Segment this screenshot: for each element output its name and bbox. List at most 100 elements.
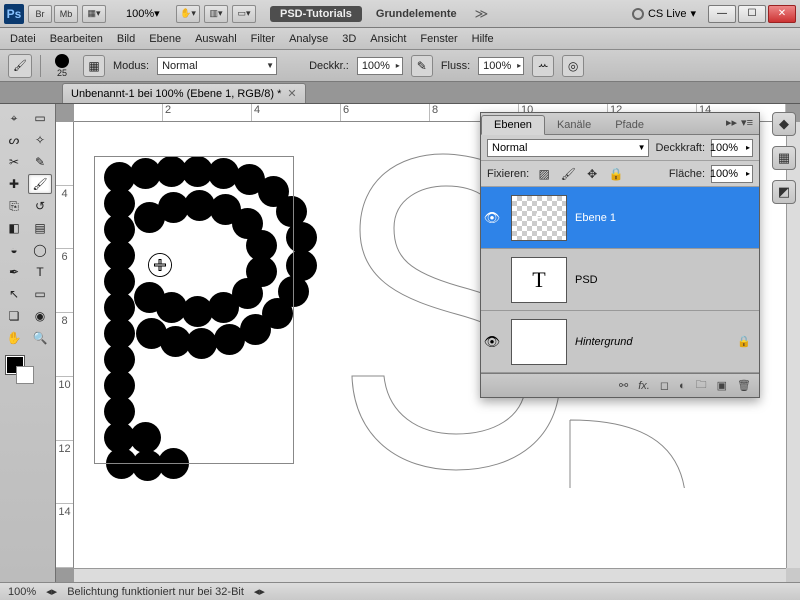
layer-blend-select[interactable]: Normal▼ [487,139,649,157]
layer-name[interactable]: PSD [575,274,759,286]
arrange-docs-button[interactable]: ▥▾ [204,5,228,23]
layer-row[interactable]: T PSD [481,249,759,311]
layer-name[interactable]: Ebene 1 [575,212,759,224]
menu-3d[interactable]: 3D [342,33,356,45]
document-tab[interactable]: Unbenannt-1 bei 100% (Ebene 1, RGB/8) * … [62,83,306,103]
panel-collapse-icon[interactable]: ▸▸ [726,116,737,129]
tablet-opacity-icon[interactable]: ✎ [411,55,433,77]
tab-kanaele[interactable]: Kanäle [545,116,603,134]
zoom-tool[interactable]: 🔍 [28,328,52,348]
cslive-button[interactable]: CS Live ▾ [632,7,696,20]
lock-icon: 🔒 [737,335,759,348]
menu-hilfe[interactable]: Hilfe [472,33,494,45]
move-tool[interactable]: ⌖ [2,108,26,128]
healing-tool[interactable]: ✚ [2,174,26,194]
workspace-grundelemente[interactable]: Grundelemente [366,6,467,22]
3d-camera-tool[interactable]: ◉ [28,306,52,326]
fill-label: Fläche: [669,168,705,180]
dock-adjust-icon[interactable]: ◩ [772,180,796,204]
crop-tool[interactable]: ✂ [2,152,26,172]
layer-mask-icon[interactable]: ◻ [660,379,669,392]
gradient-tool[interactable]: ▤ [28,218,52,238]
delete-layer-icon[interactable]: 🗑 [737,379,751,392]
tablet-size-icon[interactable]: ◎ [562,55,584,77]
dock-styles-icon[interactable]: ▦ [772,146,796,170]
wand-tool[interactable]: ✧ [28,130,52,150]
menu-fenster[interactable]: Fenster [420,33,457,45]
stamp-tool[interactable]: ⎘ [2,196,26,216]
link-layers-icon[interactable]: ⚯ [619,379,628,392]
lock-pixels-icon[interactable]: ▨ [535,165,553,183]
tab-ebenen[interactable]: Ebenen [481,115,545,135]
lock-paint-icon[interactable]: 🖌 [559,165,577,183]
status-zoom[interactable]: 100% [8,586,36,598]
history-brush-tool[interactable]: ↺ [28,196,52,216]
hand-tool-shortcut[interactable]: ✋▾ [176,5,200,23]
pen-tool[interactable]: ✒ [2,262,26,282]
opacity-input[interactable]: 100%▸ [357,57,403,75]
app-icon: Ps [4,4,24,24]
3d-tool[interactable]: ❏ [2,306,26,326]
menu-datei[interactable]: Datei [10,33,36,45]
type-tool[interactable]: T [28,262,52,282]
menu-analyse[interactable]: Analyse [289,33,328,45]
menu-ebene[interactable]: Ebene [149,33,181,45]
menu-filter[interactable]: Filter [251,33,275,45]
airbrush-icon[interactable]: ꕀ [532,55,554,77]
flow-label: Fluss: [441,60,470,72]
layer-style-icon[interactable]: fx. [638,380,650,392]
marquee-tool[interactable]: ▭ [28,108,52,128]
toolbox: ⌖▭ ᔕ✧ ✂✎ ✚🖌 ⎘↺ ◧▤ ◒◯ ✒T ↖▭ ❏◉ ✋🔍 [0,104,56,582]
opacity-label: Deckkr.: [309,60,349,72]
zoom-level[interactable]: 100% ▾ [120,5,172,23]
dodge-tool[interactable]: ◯ [28,240,52,260]
blur-tool[interactable]: ◒ [2,240,26,260]
menu-bearbeiten[interactable]: Bearbeiten [50,33,103,45]
screen-mode-button[interactable]: ▭▾ [232,5,256,23]
workspace-psd-tutorials[interactable]: PSD-Tutorials [270,6,362,22]
layer-opacity-input[interactable]: 100%▸ [711,139,753,157]
title-bar: Ps Br Mb ▦▾ 100% ▾ ✋▾ ▥▾ ▭▾ PSD-Tutorial… [0,0,800,28]
dock-swatches-icon[interactable]: ◆ [772,112,796,136]
visibility-icon[interactable]: 👁 [481,334,503,350]
shape-tool[interactable]: ▭ [28,284,52,304]
scrollbar-horizontal[interactable] [74,568,786,582]
blend-mode-select[interactable]: Normal▼ [157,57,277,75]
menu-auswahl[interactable]: Auswahl [195,33,237,45]
minibridge-button[interactable]: Mb [54,5,78,23]
window-close[interactable]: ✕ [768,5,796,23]
lock-all-icon[interactable]: 🔒 [607,165,625,183]
color-swatches[interactable] [2,354,53,388]
layer-row[interactable]: 👁 P Ebene 1 [481,187,759,249]
workspace-more[interactable]: ≫ [471,6,493,22]
status-bar: 100% ◂▸ Belichtung funktioniert nur bei … [0,582,800,600]
new-layer-icon[interactable]: ▣ [717,379,727,392]
adjustment-layer-icon[interactable]: ◐ [679,380,686,392]
mode-label: Modus: [113,60,149,72]
hand-tool[interactable]: ✋ [2,328,26,348]
layer-row[interactable]: 👁 Hintergrund 🔒 [481,311,759,373]
bridge-button[interactable]: Br [28,5,52,23]
panel-menu-icon[interactable]: ▾≡ [741,116,753,129]
layer-name[interactable]: Hintergrund [575,336,737,348]
lock-position-icon[interactable]: ✥ [583,165,601,183]
window-maximize[interactable]: ☐ [738,5,766,23]
brush-tool[interactable]: 🖌 [28,174,52,194]
eraser-tool[interactable]: ◧ [2,218,26,238]
eyedropper-tool[interactable]: ✎ [28,152,52,172]
tab-pfade[interactable]: Pfade [603,116,656,134]
brush-preview[interactable]: 25 [49,54,75,78]
path-select-tool[interactable]: ↖ [2,284,26,304]
fill-input[interactable]: 100%▸ [711,165,753,183]
lasso-tool[interactable]: ᔕ [2,130,26,150]
menu-ansicht[interactable]: Ansicht [370,33,406,45]
layer-group-icon[interactable]: 🗀 [696,376,707,395]
menu-bild[interactable]: Bild [117,33,135,45]
visibility-icon[interactable]: 👁 [481,210,503,226]
tool-preset-picker[interactable]: 🖌 [8,54,32,78]
view-extras-button[interactable]: ▦▾ [82,5,106,23]
close-tab-icon[interactable]: ✕ [287,87,296,100]
flow-input[interactable]: 100%▸ [478,57,524,75]
window-minimize[interactable]: — [708,5,736,23]
brush-panel-toggle[interactable]: ▦ [83,55,105,77]
